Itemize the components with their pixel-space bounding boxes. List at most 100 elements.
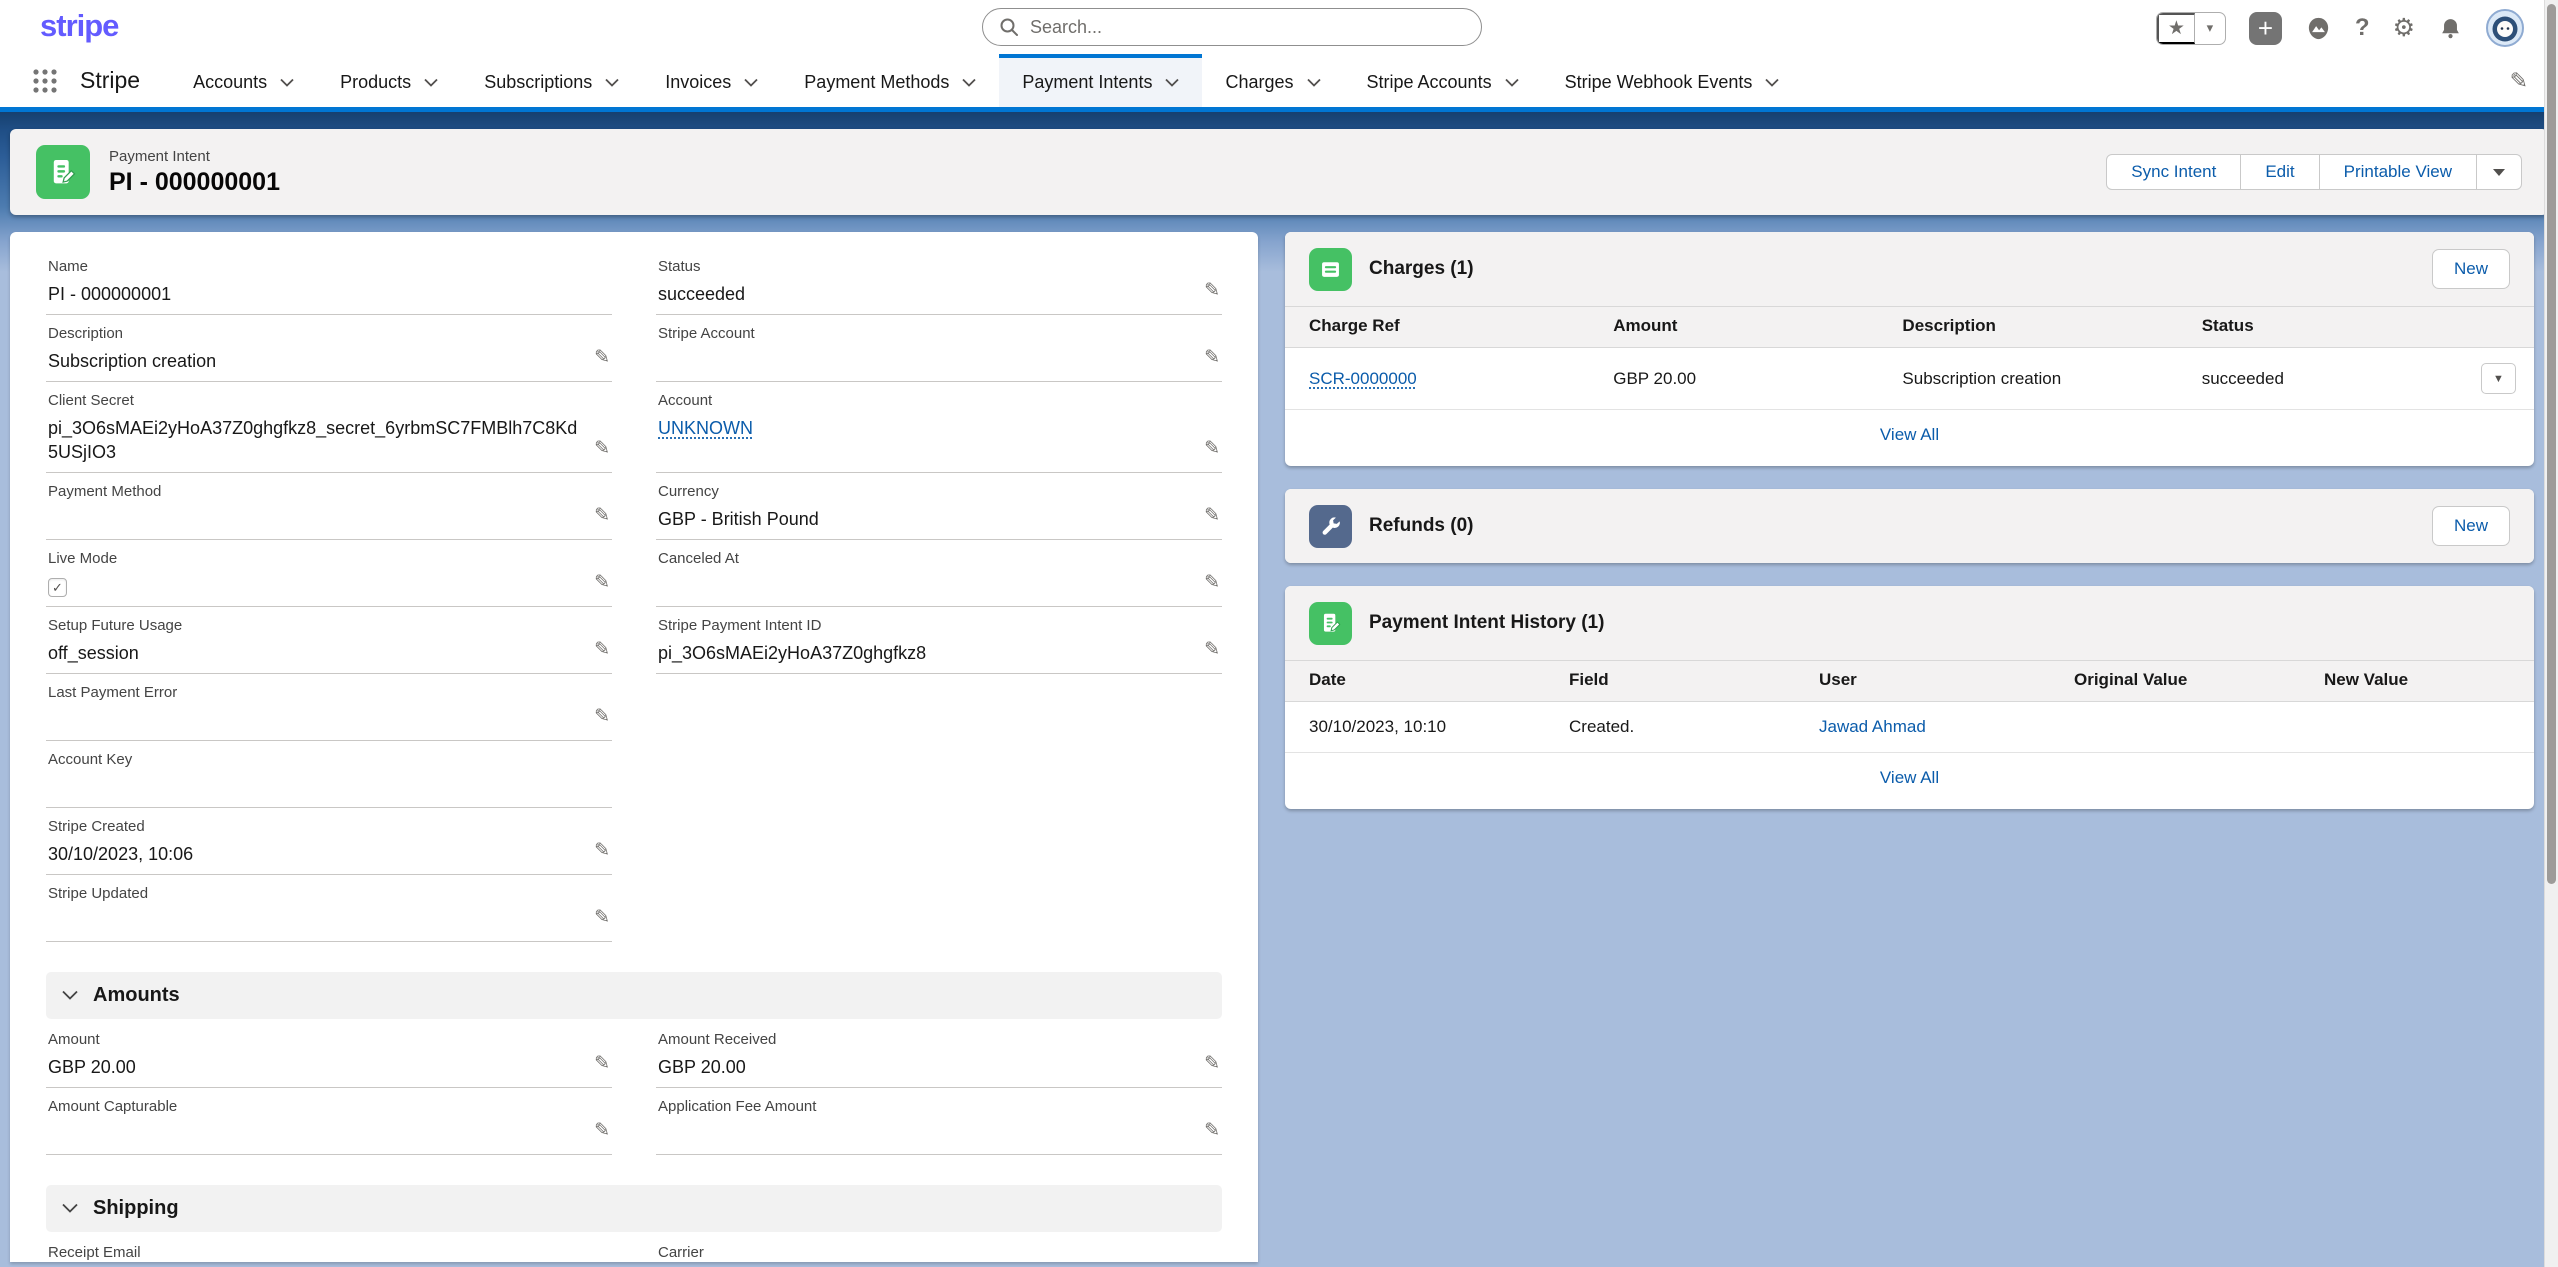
favorites-caret-icon[interactable]: ▾: [2195, 13, 2225, 44]
chevron-down-icon[interactable]: [1765, 78, 1779, 87]
edit-pencil-icon[interactable]: ✎: [1204, 1119, 1220, 1142]
live-mode-checkbox[interactable]: ✓: [48, 578, 67, 597]
field-setup-future-usage: Setup Future Usage off_session ✎: [46, 607, 612, 674]
edit-pencil-icon[interactable]: ✎: [1204, 638, 1220, 661]
account-link[interactable]: UNKNOWN: [658, 418, 753, 438]
tab-invoices[interactable]: Invoices: [642, 54, 781, 107]
chevron-down-icon[interactable]: [605, 78, 619, 87]
field-value: succeeded: [658, 282, 1188, 307]
tab-label: Products: [340, 72, 411, 93]
record-page: Payment Intent PI - 000000001 Sync Inten…: [0, 112, 2558, 1262]
app-launcher-icon[interactable]: [32, 68, 58, 94]
user-avatar[interactable]: [2486, 9, 2524, 47]
field-stripe-payment-intent-id: Stripe Payment Intent ID pi_3O6sMAEi2yHo…: [656, 607, 1222, 674]
edit-navigation-pencil-icon[interactable]: ✎: [2510, 68, 2528, 94]
tab-stripe-webhook-events[interactable]: Stripe Webhook Events: [1542, 54, 1803, 107]
tab-subscriptions[interactable]: Subscriptions: [461, 54, 642, 107]
page-content: Name PI - 000000001 Status succeeded ✎ D…: [10, 232, 2548, 1262]
field-label: Last Payment Error: [48, 684, 578, 701]
favorite-star-icon[interactable]: ★: [2157, 13, 2195, 44]
record-header: Payment Intent PI - 000000001 Sync Inten…: [10, 129, 2548, 215]
column-header: [2457, 307, 2534, 348]
view-all-link[interactable]: View All: [1880, 768, 1939, 787]
field-stripe-updated: Stripe Updated ✎: [46, 875, 612, 942]
column-header: Charge Ref: [1285, 307, 1589, 348]
field-application-fee-amount: Application Fee Amount ✎: [656, 1088, 1222, 1155]
tab-stripe-accounts[interactable]: Stripe Accounts: [1344, 54, 1542, 107]
section-amounts[interactable]: Amounts: [46, 972, 1222, 1019]
new-charge-button[interactable]: New: [2432, 249, 2510, 289]
tab-payment-intents[interactable]: Payment Intents: [999, 54, 1202, 107]
edit-pencil-icon[interactable]: ✎: [594, 571, 610, 594]
sync-intent-button[interactable]: Sync Intent: [2106, 154, 2241, 190]
edit-pencil-icon[interactable]: ✎: [594, 1119, 610, 1142]
tab-payment-methods[interactable]: Payment Methods: [781, 54, 999, 107]
field-label: Currency: [658, 483, 1188, 500]
edit-pencil-icon[interactable]: ✎: [594, 504, 610, 527]
edit-pencil-icon[interactable]: ✎: [594, 705, 610, 728]
tab-products[interactable]: Products: [317, 54, 461, 107]
page-title: PI - 000000001: [109, 168, 280, 197]
chevron-down-icon[interactable]: [962, 78, 976, 87]
chevron-down-icon[interactable]: [1165, 78, 1179, 87]
tab-label: Subscriptions: [484, 72, 592, 93]
edit-pencil-icon[interactable]: ✎: [1204, 437, 1220, 460]
search-input[interactable]: [1030, 17, 1465, 38]
field-value: [48, 1122, 578, 1147]
chevron-down-icon[interactable]: [280, 78, 294, 87]
tab-charges[interactable]: Charges: [1202, 54, 1343, 107]
row-actions-caret-icon[interactable]: ▼: [2481, 363, 2516, 394]
global-actions-icon[interactable]: +: [2249, 12, 2282, 45]
help-icon[interactable]: ?: [2355, 14, 2370, 42]
field-label: Stripe Account: [658, 325, 1188, 342]
edit-pencil-icon[interactable]: ✎: [1204, 279, 1220, 302]
edit-pencil-icon[interactable]: ✎: [1204, 571, 1220, 594]
notifications-bell-icon[interactable]: [2438, 16, 2463, 41]
edit-pencil-icon[interactable]: ✎: [594, 839, 610, 862]
printable-view-button[interactable]: Printable View: [2319, 154, 2477, 190]
edit-pencil-icon[interactable]: ✎: [1204, 504, 1220, 527]
edit-pencil-icon[interactable]: ✎: [594, 638, 610, 661]
edit-pencil-icon[interactable]: ✎: [1204, 346, 1220, 369]
field-spacer: [656, 875, 1222, 942]
more-actions-caret-icon[interactable]: [2476, 154, 2522, 190]
record-header-text: Payment Intent PI - 000000001: [109, 148, 280, 197]
field-label: Stripe Created: [48, 818, 578, 835]
chevron-down-icon[interactable]: [424, 78, 438, 87]
field-name: Name PI - 000000001: [46, 248, 612, 315]
field-value: [658, 574, 1188, 599]
field-label: Carrier: [658, 1244, 1188, 1261]
chevron-down-icon[interactable]: [1505, 78, 1519, 87]
chevron-down-icon: [62, 1203, 78, 1213]
scrollbar-thumb[interactable]: [2547, 4, 2556, 884]
field-label: Stripe Payment Intent ID: [658, 617, 1188, 634]
guidance-center-icon[interactable]: [2305, 15, 2332, 42]
section-title: Amounts: [93, 984, 180, 1007]
check-icon: ✓: [52, 579, 63, 597]
field-label: Amount Capturable: [48, 1098, 578, 1115]
field-carrier: Carrier ✎: [656, 1234, 1222, 1262]
field-label: Amount Received: [658, 1031, 1188, 1048]
setup-gear-icon[interactable]: ⚙: [2393, 13, 2415, 43]
edit-pencil-icon[interactable]: ✎: [594, 906, 610, 929]
field-account-key: Account Key: [46, 741, 612, 808]
field-label: Payment Method: [48, 483, 578, 500]
record-detail-panel: Name PI - 000000001 Status succeeded ✎ D…: [10, 232, 1258, 1262]
edit-button[interactable]: Edit: [2240, 154, 2319, 190]
field-value: GBP - British Pound: [658, 507, 1188, 532]
edit-pencil-icon[interactable]: ✎: [1204, 1052, 1220, 1075]
edit-pencil-icon[interactable]: ✎: [594, 1052, 610, 1075]
charge-ref-link[interactable]: SCR-0000000: [1309, 369, 1417, 388]
new-refund-button[interactable]: New: [2432, 506, 2510, 546]
edit-pencil-icon[interactable]: ✎: [594, 346, 610, 369]
history-card: Payment Intent History (1) Date Field Us…: [1285, 586, 2534, 809]
field-label: Receipt Email: [48, 1244, 578, 1261]
chevron-down-icon[interactable]: [1307, 78, 1321, 87]
view-all-link[interactable]: View All: [1880, 425, 1939, 444]
history-user-link[interactable]: Jawad Ahmad: [1819, 717, 1926, 736]
tab-accounts[interactable]: Accounts: [170, 54, 317, 107]
section-shipping[interactable]: Shipping: [46, 1185, 1222, 1232]
charges-view-all: View All: [1285, 410, 2534, 466]
chevron-down-icon[interactable]: [744, 78, 758, 87]
edit-pencil-icon[interactable]: ✎: [594, 437, 610, 460]
